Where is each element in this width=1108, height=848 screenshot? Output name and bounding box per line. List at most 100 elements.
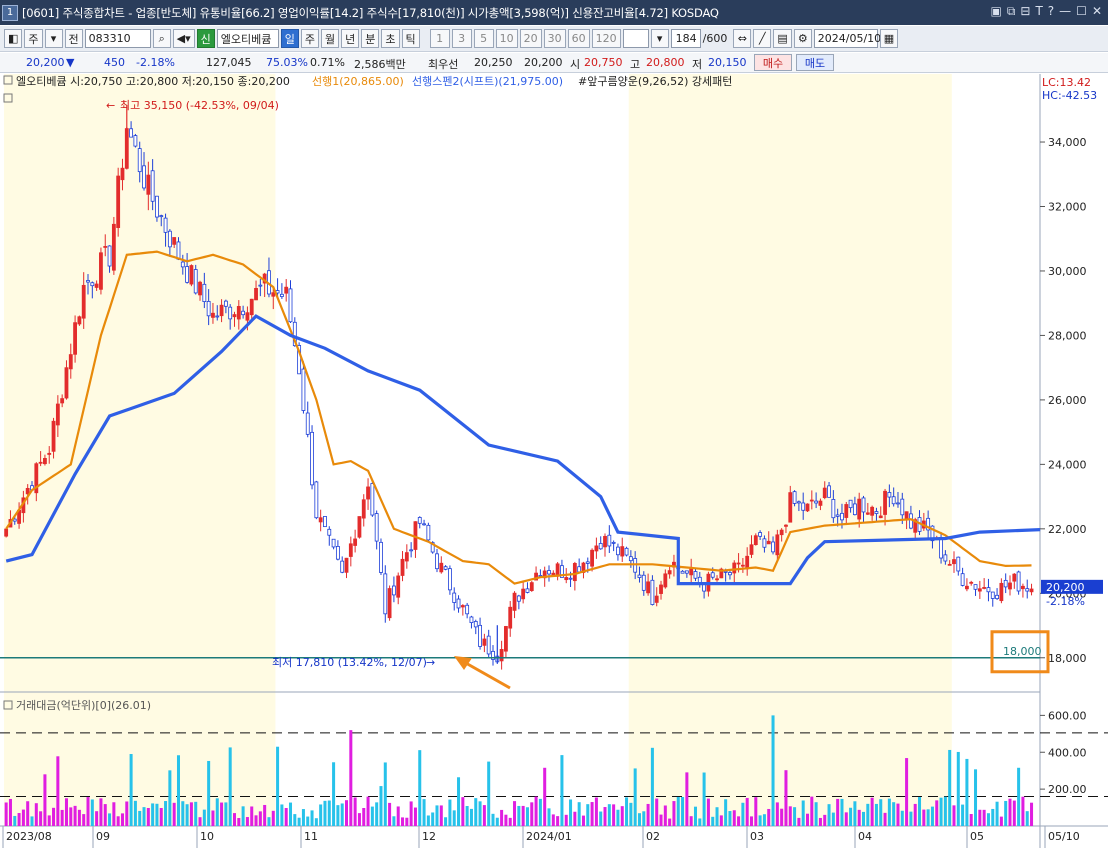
candle-body bbox=[241, 310, 246, 316]
candle-body bbox=[805, 503, 810, 512]
candle-body bbox=[417, 517, 422, 524]
volume-bar bbox=[401, 817, 405, 826]
copy-icon[interactable]: ⧉ bbox=[1007, 4, 1016, 19]
tab-tick[interactable]: 틱 bbox=[401, 29, 420, 48]
custom-interval-input[interactable] bbox=[622, 29, 649, 48]
volume-bar bbox=[198, 817, 202, 826]
candle-body bbox=[215, 315, 220, 318]
candle-body bbox=[47, 452, 52, 455]
volume-bar bbox=[508, 817, 512, 826]
calendar-icon[interactable]: ▦ bbox=[879, 29, 899, 48]
close-icon[interactable]: ✕ bbox=[1092, 4, 1102, 19]
buy-button[interactable]: 매수 bbox=[754, 54, 792, 71]
date-input[interactable]: 2024/05/10 bbox=[813, 29, 881, 48]
volume-bar bbox=[1017, 767, 1021, 826]
panel-toggle-icon[interactable]: ◧ bbox=[4, 29, 23, 48]
candle-body bbox=[43, 457, 47, 465]
interval-120[interactable]: 120 bbox=[591, 29, 621, 48]
speaker-icon[interactable]: ◀▾ bbox=[172, 29, 195, 48]
volume-bar bbox=[986, 813, 990, 826]
volume-bar bbox=[874, 803, 878, 826]
volume-bar bbox=[896, 803, 900, 826]
interval-60[interactable]: 60 bbox=[567, 29, 590, 48]
interval-dropdown-icon[interactable]: ▾ bbox=[650, 29, 669, 48]
volume-bar bbox=[689, 816, 693, 826]
tab-month[interactable]: 월 bbox=[321, 29, 340, 48]
volume-bar bbox=[706, 798, 710, 826]
prev-button[interactable]: 전 bbox=[64, 29, 83, 48]
candle-body bbox=[219, 304, 224, 317]
maximize-icon[interactable]: ☐ bbox=[1076, 4, 1087, 19]
candle-body bbox=[852, 503, 857, 516]
candle-body bbox=[193, 269, 198, 294]
interval-1[interactable]: 1 bbox=[429, 29, 450, 48]
chart-area[interactable]: 18,00020,00022,00024,00026,00028,00030,0… bbox=[0, 74, 1108, 848]
volume-bar bbox=[164, 801, 168, 826]
price-change: 450 bbox=[104, 56, 125, 69]
candle-body bbox=[236, 306, 241, 320]
candle-body bbox=[198, 281, 202, 296]
candle-body bbox=[180, 261, 185, 268]
volume-bar bbox=[930, 806, 934, 826]
period-select[interactable]: 주 bbox=[24, 29, 43, 48]
candle-body bbox=[86, 280, 90, 283]
zoom-icon[interactable]: ⇔ bbox=[733, 29, 752, 48]
candle-body bbox=[835, 514, 840, 517]
stock-name-field[interactable]: 엘오티베큠 bbox=[216, 29, 279, 48]
candle-body bbox=[883, 490, 887, 515]
candle-body bbox=[611, 541, 616, 544]
interval-20[interactable]: 20 bbox=[519, 29, 542, 48]
candle-body bbox=[38, 461, 43, 464]
interval-10[interactable]: 10 bbox=[495, 29, 518, 48]
volume-bar bbox=[883, 812, 887, 826]
volume-bar bbox=[737, 816, 741, 826]
tab-year[interactable]: 년 bbox=[341, 29, 360, 48]
y-tick-label: 28,000 bbox=[1048, 329, 1087, 342]
candle-body bbox=[1021, 585, 1025, 590]
gear-icon[interactable]: ⚙ bbox=[793, 29, 812, 48]
candle-body bbox=[900, 498, 905, 516]
low-label: 저 bbox=[692, 58, 703, 71]
candle-body bbox=[383, 573, 388, 615]
text-icon[interactable]: T bbox=[1035, 4, 1042, 19]
candle-body bbox=[680, 570, 685, 574]
volume-bar bbox=[138, 810, 142, 826]
period-dropdown-icon[interactable]: ▾ bbox=[44, 29, 63, 48]
layout-icon[interactable]: ▣ bbox=[990, 4, 1001, 19]
search-icon[interactable]: ⌕ bbox=[152, 29, 171, 48]
tab-minute[interactable]: 분 bbox=[361, 29, 380, 48]
volume-bar bbox=[633, 768, 637, 826]
help-icon[interactable]: ? bbox=[1048, 4, 1054, 19]
draw-icon[interactable]: ╱ bbox=[753, 29, 772, 48]
candle-body bbox=[137, 148, 142, 173]
candle-body bbox=[865, 512, 870, 515]
volume-bar bbox=[818, 817, 822, 826]
volume-bar bbox=[948, 749, 952, 826]
volume-bar bbox=[1021, 796, 1025, 826]
price-chart[interactable]: 18,00020,00022,00024,00026,00028,00030,0… bbox=[0, 74, 1108, 848]
tab-week[interactable]: 주 bbox=[300, 29, 320, 48]
tab-second[interactable]: 초 bbox=[381, 29, 400, 48]
interval-30[interactable]: 30 bbox=[543, 29, 566, 48]
sell-button[interactable]: 매도 bbox=[796, 54, 834, 71]
volume-bar bbox=[543, 767, 547, 826]
candle-body bbox=[469, 616, 474, 623]
minimize-icon[interactable]: — bbox=[1059, 4, 1071, 19]
interval-5[interactable]: 5 bbox=[473, 29, 494, 48]
volume-bar bbox=[207, 760, 211, 826]
volume-bar bbox=[547, 808, 551, 826]
code-input[interactable]: 083310 bbox=[84, 29, 151, 48]
candle-body bbox=[305, 412, 310, 435]
save-icon[interactable]: ▤ bbox=[773, 29, 792, 48]
bar-count-input[interactable]: 184 bbox=[670, 29, 701, 48]
tab-day[interactable]: 일 bbox=[280, 29, 299, 48]
volume-bar bbox=[220, 802, 224, 826]
pin-icon[interactable]: ⊟ bbox=[1020, 4, 1030, 19]
vol-tick-label: 400.00 bbox=[1048, 746, 1087, 759]
candle-body bbox=[176, 241, 181, 260]
volume-bar bbox=[168, 770, 172, 826]
candle-body bbox=[775, 534, 780, 556]
interval-3[interactable]: 3 bbox=[451, 29, 472, 48]
volume-bar bbox=[271, 810, 275, 826]
volume-bar bbox=[297, 817, 301, 826]
